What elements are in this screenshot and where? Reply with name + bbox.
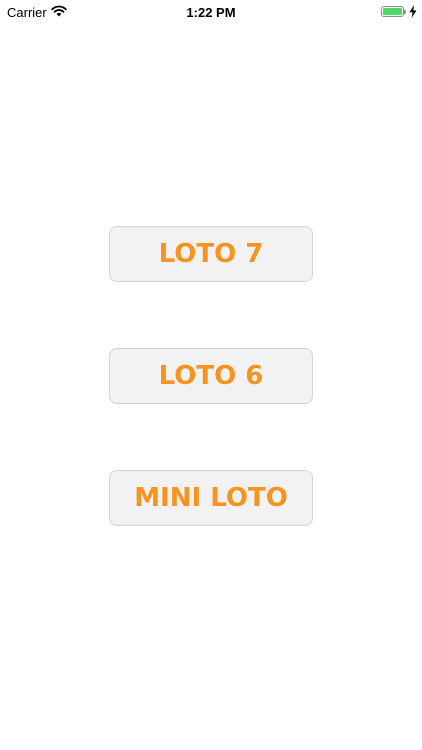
battery-icon: [381, 6, 404, 17]
loto-6-button[interactable]: LOTO 6: [109, 348, 313, 404]
status-bar: Carrier 1:22 PM: [0, 0, 422, 24]
battery-tip: [404, 10, 406, 14]
status-time: 1:22 PM: [186, 5, 236, 20]
mini-loto-button[interactable]: MINI LOTO: [109, 470, 313, 526]
loto-7-button[interactable]: LOTO 7: [109, 226, 313, 282]
charging-bolt-icon: [409, 5, 417, 18]
battery-level-fill: [383, 8, 402, 15]
